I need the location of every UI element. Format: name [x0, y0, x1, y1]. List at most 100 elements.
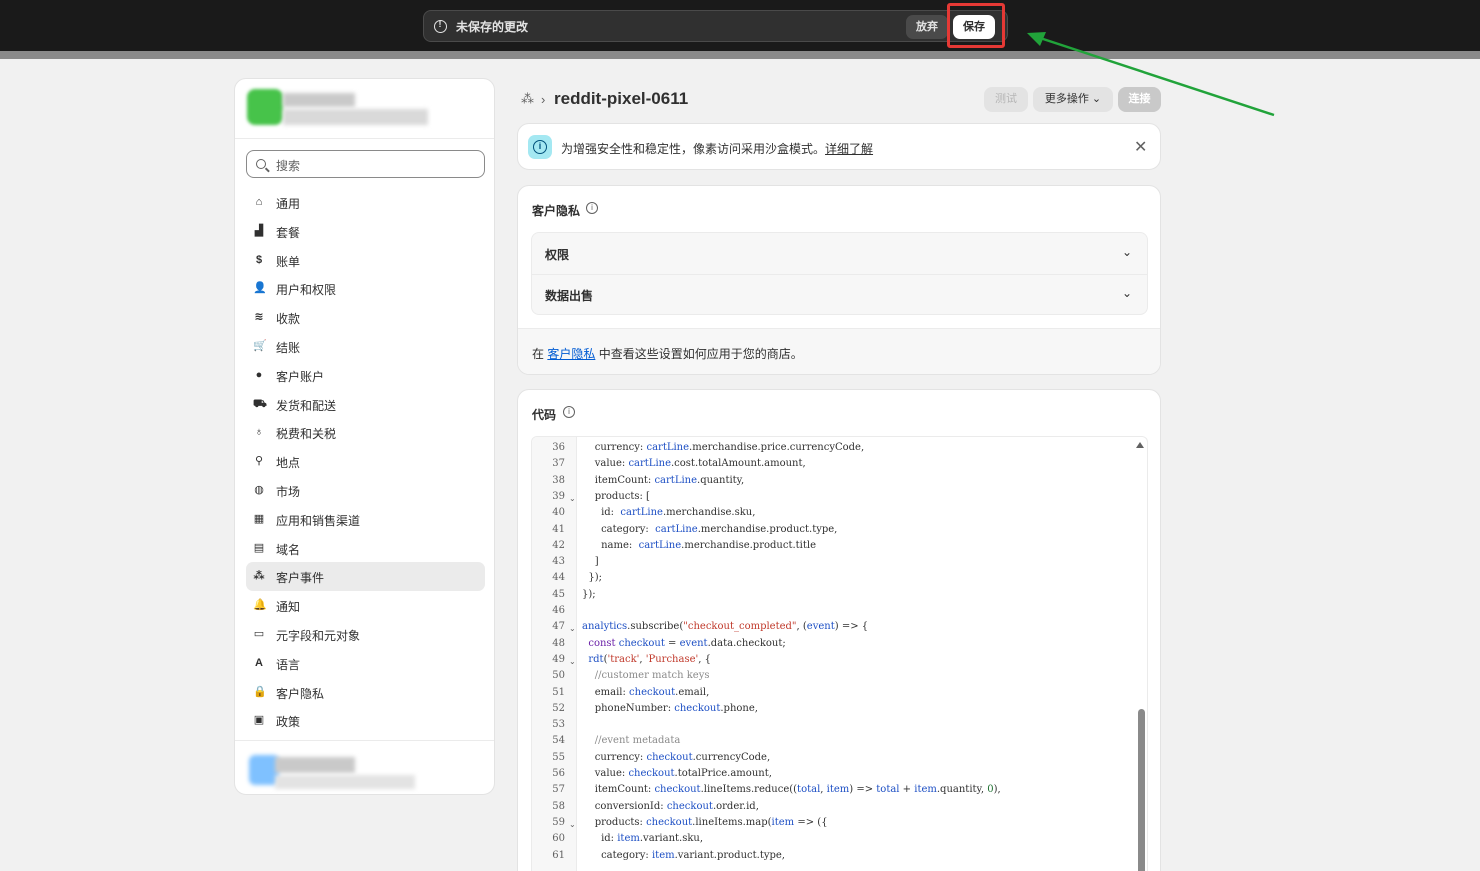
- code-line: 43 ]: [532, 554, 1132, 570]
- sidebar-item[interactable]: ▤ 域名: [246, 534, 485, 563]
- code-text: value: checkout.totalPrice.amount,: [582, 768, 772, 779]
- code-line: 56 value: checkout.totalPrice.amount,: [532, 766, 1132, 782]
- privacy-card-title: 客户隐私: [532, 204, 581, 218]
- sandbox-info-banner: i 为增强安全性和稳定性，像素访问采用沙盒模式。详细了解 ✕: [517, 123, 1161, 170]
- connect-button[interactable]: 连接: [1118, 87, 1161, 112]
- line-number: 37: [552, 458, 565, 470]
- sidebar-item[interactable]: ⌂ 通用: [246, 188, 485, 217]
- sidebar-item-label: 域名: [276, 542, 301, 557]
- sidebar-item[interactable]: 👤 用户和权限: [246, 274, 485, 303]
- banner-text: 为增强安全性和稳定性，像素访问采用沙盒模式。详细了解: [561, 140, 873, 157]
- metafields-icon: ▭: [253, 627, 265, 640]
- code-text: itemCount: checkout.lineItems.reduce((to…: [582, 784, 1001, 796]
- sidebar-item-label: 通知: [276, 600, 301, 615]
- settings-nav-list: ⌂ 通用 ▟ 套餐 $ 账单 👤 用户和权限 ≋ 收款 🛒 结账 ● 客户账户 ⛟ 发货和配送 ♁ 税费和关税 ⚲ 地…: [246, 188, 485, 735]
- store-logo: [247, 89, 283, 125]
- save-button-highlight-box: [947, 3, 1005, 48]
- learn-more-link[interactable]: 详细了解: [825, 142, 873, 156]
- search-icon: [256, 159, 266, 169]
- tax-icon: ♁: [254, 426, 264, 439]
- code-text: rdt('track', 'Purchase', {: [588, 653, 711, 665]
- close-icon[interactable]: ✕: [1134, 137, 1147, 157]
- scrollbar-thumb[interactable]: [1138, 709, 1145, 871]
- code-line: 47 ⌄ analytics.subscribe("checkout_complet…: [532, 619, 1132, 635]
- info-icon[interactable]: i: [586, 202, 598, 214]
- sidebar-item[interactable]: ● 客户账户: [246, 361, 485, 390]
- lock-icon: 🔒: [253, 685, 267, 698]
- sidebar-item-label: 语言: [276, 657, 301, 672]
- line-number: 40: [552, 507, 565, 519]
- scroll-up-icon[interactable]: [1136, 442, 1144, 448]
- code-line: 60 id: item.variant.sku,: [532, 831, 1132, 847]
- code-line: 61 category: item.variant.product.type,: [532, 848, 1132, 864]
- account-footer[interactable]: [235, 740, 494, 794]
- code-line: 57 itemCount: checkout.lineItems.reduce(…: [532, 782, 1132, 798]
- code-text: currency: cartLine.merchandise.price.cur…: [582, 442, 865, 453]
- customer-privacy-link[interactable]: 客户隐私: [547, 347, 595, 361]
- sidebar-item[interactable]: ⛟ 发货和配送: [246, 390, 485, 419]
- chevron-down-icon: ⌄: [1122, 286, 1133, 300]
- sidebar-item[interactable]: 🔔 通知: [246, 591, 485, 620]
- sidebar-item[interactable]: ▭ 元字段和元对象: [246, 620, 485, 649]
- more-actions-button[interactable]: 更多操作 ⌄: [1033, 87, 1113, 112]
- code-line: 49 ⌄ rdt('track', 'Purchase', {: [532, 652, 1132, 668]
- sidebar-item-label: 地点: [276, 456, 301, 471]
- code-line: 59 ⌄ products: checkout.lineItems.map(ite…: [532, 815, 1132, 831]
- sidebar-item[interactable]: A 语言: [246, 649, 485, 678]
- line-number: 57: [552, 784, 565, 796]
- line-number: 44: [552, 572, 565, 584]
- code-text: currency: checkout.currencyCode,: [582, 751, 771, 763]
- code-line: 58 conversionId: checkout.order.id,: [532, 799, 1132, 815]
- code-line: 46: [532, 603, 1132, 619]
- line-number: 39: [552, 490, 565, 502]
- sidebar-item[interactable]: $ 账单: [246, 246, 485, 275]
- sidebar-item[interactable]: ≋ 收款: [246, 303, 485, 332]
- store-url-redacted: [283, 109, 428, 125]
- settings-search-input[interactable]: 搜索: [246, 150, 485, 178]
- discard-button[interactable]: 放弃: [906, 15, 948, 39]
- line-number: 54: [552, 735, 565, 747]
- code-text: itemCount: cartLine.quantity,: [582, 474, 745, 486]
- sidebar-item[interactable]: 🛒 结账: [246, 332, 485, 361]
- sidebar-item-label: 客户账户: [276, 369, 325, 384]
- privacy-footer: 在 客户隐私 中查看这些设置如何应用于您的商店。: [518, 328, 1160, 374]
- line-number: 55: [552, 751, 565, 763]
- info-icon: i: [528, 135, 552, 159]
- code-line: 48 const checkout = event.data.checkout;: [532, 636, 1132, 652]
- sidebar-item-label: 税费和关税: [276, 427, 337, 442]
- code-line: 52 phoneNumber: checkout.phone,: [532, 701, 1132, 717]
- info-icon[interactable]: i: [563, 406, 575, 418]
- line-number: 36: [552, 442, 565, 453]
- sidebar-item-label: 用户和权限: [276, 283, 337, 298]
- line-number: 60: [552, 833, 565, 845]
- code-editor[interactable]: 36 currency: cartLine.merchandise.price.…: [531, 436, 1148, 871]
- sidebar-item[interactable]: 🔒 客户隐私: [246, 678, 485, 707]
- code-text: email: checkout.email,: [582, 686, 710, 698]
- sidebar-item-label: 元字段和元对象: [276, 628, 361, 643]
- line-number: 59: [552, 816, 565, 828]
- users-icon: 👤: [253, 282, 267, 295]
- sidebar-item[interactable]: ▣ 政策: [246, 706, 485, 735]
- store-header[interactable]: [235, 79, 494, 139]
- policy-icon: ▣: [253, 714, 265, 727]
- accordion-permissions[interactable]: 权限 ⌄: [532, 233, 1147, 274]
- sidebar-item[interactable]: ▟ 套餐: [246, 217, 485, 246]
- globe-icon: ◍: [254, 483, 264, 496]
- line-number: 41: [552, 523, 565, 535]
- customer-events-icon[interactable]: ⁂: [521, 92, 535, 106]
- line-number: 61: [552, 849, 565, 861]
- sidebar-item[interactable]: ◍ 市场: [246, 476, 485, 505]
- chevron-down-icon: ⌄: [1122, 245, 1133, 259]
- sidebar-item-label: 客户事件: [276, 571, 325, 586]
- sidebar-item-label: 收款: [276, 312, 301, 327]
- sidebar-item[interactable]: ♁ 税费和关税: [246, 418, 485, 447]
- test-button[interactable]: 测试: [984, 87, 1028, 112]
- sidebar-item-label: 客户隐私: [276, 686, 325, 701]
- code-card: 代码 i 36 currency: cartLine.merchandise.p…: [517, 389, 1161, 871]
- sidebar-item[interactable]: ⚲ 地点: [246, 447, 485, 476]
- accordion-data-sale[interactable]: 数据出售 ⌄: [532, 274, 1147, 315]
- settings-sidebar: 搜索 ⌂ 通用 ▟ 套餐 $ 账单 👤 用户和权限 ≋ 收款 🛒 结账 ● 客户账户 ⛟ 发货和配送 ♁ 税费和关…: [234, 78, 495, 795]
- sidebar-item[interactable]: ⁂ 客户事件: [246, 562, 485, 592]
- sidebar-item-label: 结账: [276, 340, 301, 355]
- sidebar-item[interactable]: ▦ 应用和销售渠道: [246, 505, 485, 534]
